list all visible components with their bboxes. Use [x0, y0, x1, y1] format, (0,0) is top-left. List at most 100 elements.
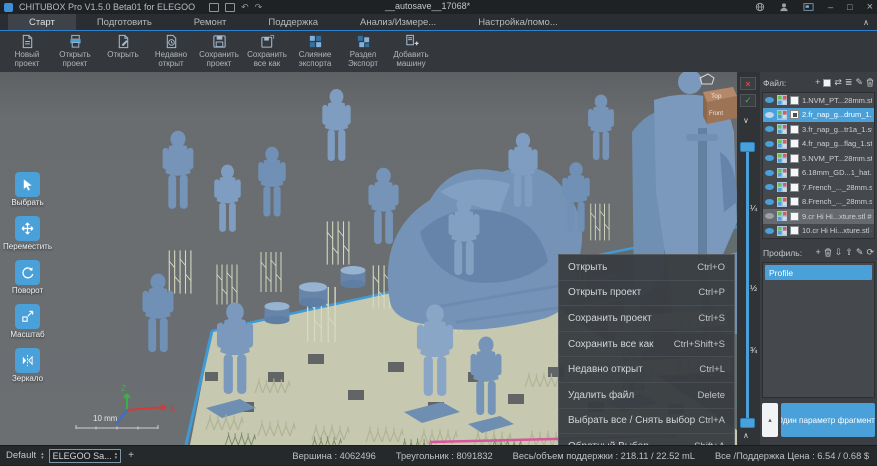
- select-all-checkbox[interactable]: [823, 79, 831, 87]
- ribbon-collapse-icon[interactable]: ∧: [863, 18, 869, 27]
- file-row-hidden[interactable]: 9.cr Hi Hi...xture.stl #0: [763, 209, 874, 224]
- confirm-clip-button[interactable]: ✓: [740, 94, 756, 107]
- merge-export-button[interactable]: Слияние экспорта: [292, 33, 338, 68]
- quick-doc-icon[interactable]: [209, 3, 219, 12]
- open-button[interactable]: Открыть: [100, 33, 146, 59]
- chevron-up-icon[interactable]: ∧: [743, 431, 749, 440]
- machine-select[interactable]: ELEGOO Sa... ▴▾: [49, 449, 122, 463]
- menu-item-recent[interactable]: Недавно открытCtrl+L: [559, 357, 734, 383]
- file-row[interactable]: 6.18mm_GD...1_hat.stl #0: [763, 166, 874, 181]
- menu-item-save-project[interactable]: Сохранить проектCtrl+S: [559, 306, 734, 332]
- add-file-icon[interactable]: +: [815, 78, 820, 87]
- file-row[interactable]: 7.French_..._28mm.stl #0: [763, 180, 874, 195]
- split-export-button[interactable]: Раздел Экспорт: [340, 33, 386, 68]
- file-checkbox[interactable]: [790, 197, 799, 206]
- feedback-window-icon[interactable]: [803, 2, 814, 12]
- file-row[interactable]: 4.fr_nap_g...flag_1.stl #0: [763, 137, 874, 152]
- file-row[interactable]: 1.NVM_PT...28mm.stl #0: [763, 93, 874, 108]
- file-checkbox[interactable]: [790, 96, 799, 105]
- tab-prepare[interactable]: Подготовить: [76, 14, 173, 30]
- menu-item-open-project[interactable]: Открыть проектCtrl+P: [559, 281, 734, 307]
- file-checkbox[interactable]: [790, 154, 799, 163]
- file-checkbox[interactable]: [790, 139, 799, 148]
- visibility-eye-icon[interactable]: [765, 170, 774, 176]
- rename-icon[interactable]: ✎: [855, 78, 863, 87]
- open-project-button[interactable]: Открыть проект: [52, 33, 98, 68]
- clip-slider-handle-bottom[interactable]: [740, 418, 755, 428]
- menu-item-invert-selection[interactable]: Обратный ВыборShift+A: [559, 434, 734, 445]
- menu-item-save-all-as[interactable]: Сохранить все какCtrl+Shift+S: [559, 332, 734, 358]
- sync-profile-icon[interactable]: ⟳: [866, 248, 874, 257]
- visibility-eye-off-icon[interactable]: [765, 213, 774, 219]
- machine-spinner-icon[interactable]: ▴▾: [115, 452, 118, 460]
- default-machine-label[interactable]: Default: [6, 450, 36, 461]
- menu-item-delete-file[interactable]: Удалить файлDelete: [559, 383, 734, 409]
- menu-item-select-all[interactable]: Выбрать все / Снять выборCtrl+A: [559, 409, 734, 435]
- viewport-3d[interactable]: Top Front Z X 10 mm: [0, 72, 737, 445]
- file-checkbox[interactable]: [790, 183, 799, 192]
- visibility-eye-icon[interactable]: [765, 141, 774, 147]
- recent-files-button[interactable]: Недавно открыт: [148, 33, 194, 68]
- collapse-panel-button[interactable]: ▴: [762, 403, 778, 437]
- file-checkbox[interactable]: [790, 212, 799, 221]
- model-thumbnail: [777, 110, 787, 120]
- add-machine-button[interactable]: Добавить машину: [388, 33, 434, 68]
- export-profile-icon[interactable]: ⇧: [845, 248, 853, 257]
- new-project-button[interactable]: Новый проект: [4, 33, 50, 68]
- minimize-button[interactable]: –: [828, 2, 833, 12]
- delete-file-icon[interactable]: [866, 78, 874, 87]
- edit-profile-icon[interactable]: ✎: [856, 248, 864, 257]
- import-profile-icon[interactable]: ⇩: [835, 248, 843, 257]
- chevron-down-icon[interactable]: ∨: [743, 116, 749, 125]
- file-row[interactable]: 8.French_..._28mm.stl #1: [763, 195, 874, 210]
- visibility-eye-icon[interactable]: [765, 112, 774, 118]
- profile-header-label: Профиль:: [763, 248, 802, 258]
- add-profile-icon[interactable]: +: [816, 248, 821, 257]
- tab-support[interactable]: Поддержка: [247, 14, 339, 30]
- default-spinner-icon[interactable]: ▴▾: [41, 452, 44, 460]
- list-mode-icon[interactable]: ≣: [845, 78, 853, 87]
- mirror-tool[interactable]: Зеркало: [3, 348, 52, 383]
- file-checkbox[interactable]: [790, 125, 799, 134]
- rotate-tool[interactable]: Поворот: [3, 260, 52, 295]
- globe-icon[interactable]: [755, 2, 765, 12]
- cancel-clip-button[interactable]: ×: [740, 77, 756, 90]
- file-row-selected[interactable]: 2.fr_nap_g...drum_1.stl #0: [763, 108, 874, 123]
- fragment-parameter-button[interactable]: Один параметр фрагмента: [781, 403, 875, 437]
- close-button[interactable]: ×: [867, 1, 873, 13]
- tab-repair[interactable]: Ремонт: [173, 14, 248, 30]
- select-tool[interactable]: Выбрать: [3, 172, 52, 207]
- visibility-eye-icon[interactable]: [765, 97, 774, 103]
- visibility-eye-icon[interactable]: [765, 184, 774, 190]
- tab-start[interactable]: Старт: [8, 14, 76, 30]
- file-checkbox[interactable]: [790, 110, 799, 119]
- tab-analyze[interactable]: Анализ/Измере...: [339, 14, 457, 30]
- maximize-button[interactable]: □: [847, 2, 852, 12]
- menu-item-open[interactable]: ОткрытьCtrl+O: [559, 255, 734, 281]
- save-all-as-button[interactable]: Сохранить все как: [244, 33, 290, 68]
- tab-settings[interactable]: Настройка/помо...: [457, 14, 579, 30]
- visibility-eye-icon[interactable]: [765, 155, 774, 161]
- clip-slider-handle-top[interactable]: [740, 142, 755, 152]
- file-checkbox[interactable]: [790, 168, 799, 177]
- delete-profile-icon[interactable]: [824, 248, 832, 257]
- user-account-icon[interactable]: [779, 2, 789, 12]
- scale-tool[interactable]: Масштаб: [3, 304, 52, 339]
- file-checkbox[interactable]: [790, 226, 799, 235]
- file-row[interactable]: 5.NVM_PT...28mm.stl #1: [763, 151, 874, 166]
- redo-icon[interactable]: ↷: [255, 3, 263, 12]
- visibility-eye-icon[interactable]: [765, 126, 774, 132]
- clip-slider-track[interactable]: [746, 152, 749, 420]
- file-row[interactable]: 3.fr_nap_g...tr1a_1.stl #0: [763, 122, 874, 137]
- save-project-button[interactable]: Сохранить проект: [196, 33, 242, 68]
- fraction-quarter-label: ¼: [750, 203, 757, 213]
- sort-swap-icon[interactable]: ⇄: [834, 78, 842, 87]
- visibility-eye-icon[interactable]: [765, 199, 774, 205]
- file-row[interactable]: 10.cr Hi Hi...xture.stl #1: [763, 224, 874, 239]
- quick-screenshot-icon[interactable]: [225, 3, 235, 12]
- visibility-eye-icon[interactable]: [765, 228, 774, 234]
- undo-icon[interactable]: ↶: [241, 3, 249, 12]
- add-machine-tab-button[interactable]: +: [126, 450, 136, 461]
- move-tool[interactable]: Переместить: [3, 216, 52, 251]
- profile-row-selected[interactable]: Profile: [765, 265, 872, 280]
